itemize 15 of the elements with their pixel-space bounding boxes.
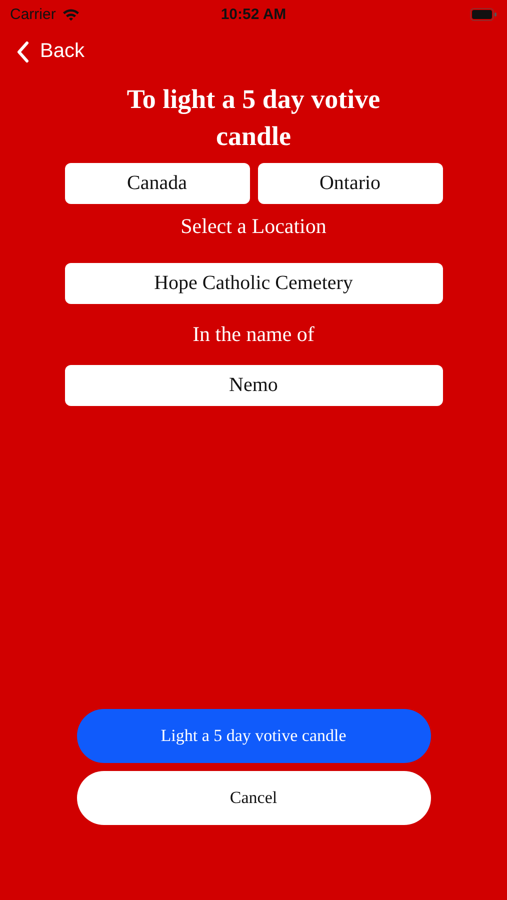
location-label: Select a Location <box>180 214 326 239</box>
wifi-icon <box>62 8 80 20</box>
battery-icon <box>470 8 497 20</box>
page-title: To light a 5 day votive candle <box>126 83 382 153</box>
country-field[interactable]: Canada <box>64 163 250 204</box>
name-input-field[interactable]: Nemo <box>64 365 442 406</box>
name-label: In the name of <box>192 322 314 347</box>
status-time: 10:52 AM <box>220 6 286 22</box>
chevron-left-icon <box>16 40 30 62</box>
light-candle-button[interactable]: Light a 5 day votive candle <box>76 709 430 763</box>
cancel-button[interactable]: Cancel <box>76 771 430 825</box>
location-field[interactable]: Hope Catholic Cemetery <box>64 263 442 304</box>
back-button[interactable]: Back <box>16 38 84 65</box>
carrier-label: Carrier <box>10 6 56 22</box>
region-field[interactable]: Ontario <box>258 163 442 204</box>
